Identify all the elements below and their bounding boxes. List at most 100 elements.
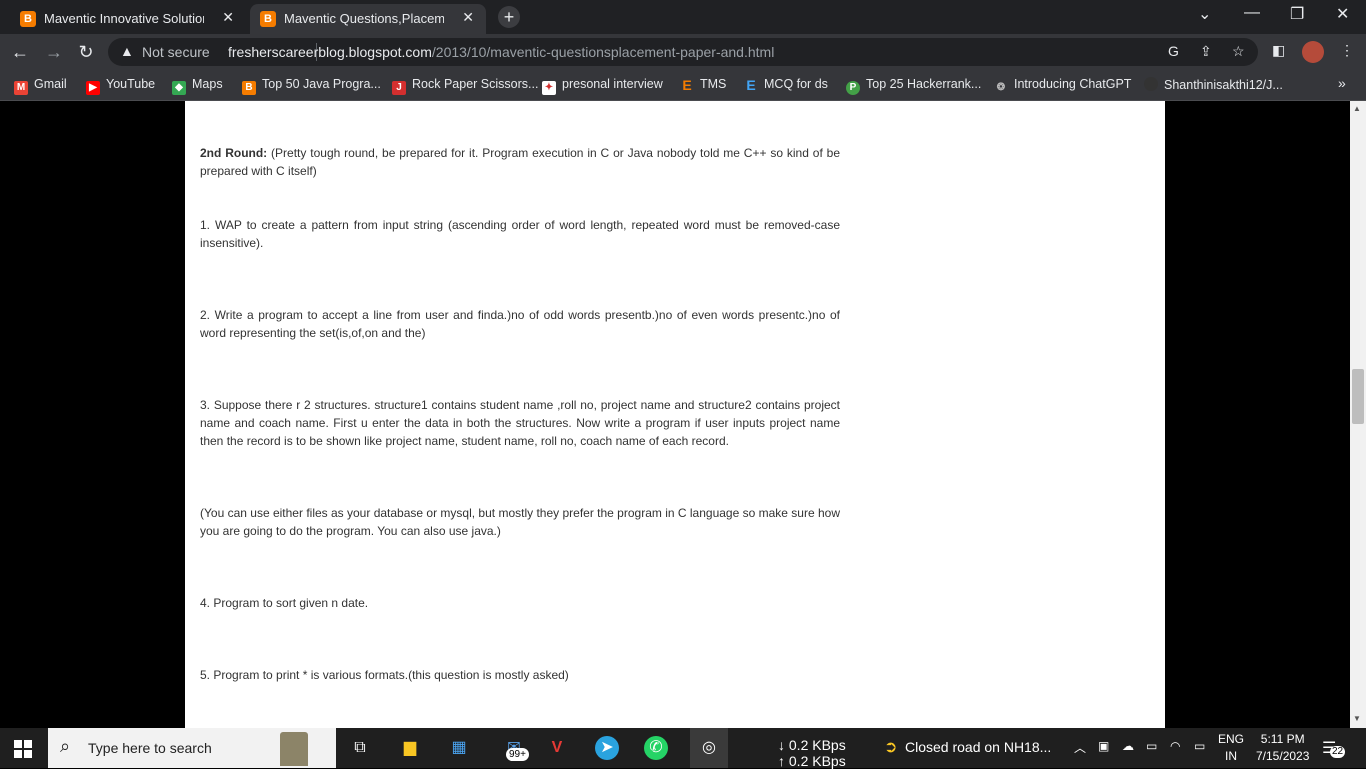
p-green-icon: P — [846, 81, 860, 95]
bookmark-tms[interactable]: E TMS — [680, 77, 726, 92]
back-icon[interactable]: ← — [8, 40, 32, 64]
security-label[interactable]: Not secure — [142, 44, 210, 60]
battery-icon[interactable]: ▭ — [1194, 739, 1205, 753]
url-path: /2013/10/maventic-questionsplacement-pap… — [431, 44, 775, 60]
question-4: 4. Program to sort given n date. — [200, 596, 369, 610]
maps-icon: ◆ — [172, 81, 186, 95]
minimize-button[interactable]: — — [1244, 4, 1260, 22]
vivaldi-icon[interactable]: V — [545, 736, 569, 760]
openai-icon: ❂ — [996, 82, 1006, 93]
tab-title: Maventic Innovative Solutions Pv — [44, 11, 204, 26]
show-hidden-icons[interactable]: ︿ — [1074, 739, 1086, 756]
windows-taskbar: ⌕ Type here to search ⧉ ▆ ▦ ✉99+ V ➤ ✆ ◎… — [0, 728, 1366, 769]
blogger-icon: B — [260, 11, 276, 27]
clock-time: 5:11 PM — [1260, 732, 1305, 746]
browser-toolbar: ← → ↻ ▲ Not secure fresherscareerblog.bl… — [0, 34, 1366, 70]
grid-icon: ✦ — [542, 81, 556, 95]
address-bar[interactable]: ▲ Not secure fresherscareerblog.blogspot… — [108, 38, 1258, 66]
search-icon: ⌕ — [60, 736, 71, 756]
taskbar-search-box[interactable]: ⌕ Type here to search — [48, 728, 336, 768]
tab-maventic-innovative[interactable]: B Maventic Innovative Solutions Pv ✕ — [10, 4, 246, 34]
clock-date: 7/15/2023 — [1256, 749, 1310, 763]
bookmark-youtube[interactable]: ▶ YouTube — [86, 77, 155, 95]
wifi-icon[interactable]: ◠ — [1170, 739, 1180, 753]
scroll-down-icon[interactable]: ▼ — [1353, 714, 1361, 723]
meet-now-icon[interactable]: ▣ — [1098, 739, 1109, 753]
chrome-icon[interactable]: ◎ — [690, 728, 728, 768]
notification-count: 22 — [1330, 746, 1346, 758]
bookmark-star-icon[interactable]: ☆ — [1232, 43, 1245, 60]
github-icon — [1144, 77, 1158, 91]
network-speed: ↓ 0.2 KBps ↑ 0.2 KBps — [778, 737, 846, 769]
blogger-icon: B — [20, 11, 36, 27]
language-indicator[interactable]: ENG IN — [1218, 731, 1244, 765]
search-highlight-image — [280, 732, 308, 766]
news-headline[interactable]: Closed road on NH18... — [905, 739, 1051, 755]
task-view-icon[interactable]: ⧉ — [348, 736, 372, 760]
gmail-icon: M — [14, 81, 28, 95]
forward-icon[interactable]: → — [42, 40, 66, 64]
close-icon[interactable]: ✕ — [222, 9, 234, 26]
round-paragraph: 2nd Round: (Pretty tough round, be prepa… — [200, 144, 840, 180]
article-body: 2nd Round: (Pretty tough round, be prepa… — [185, 101, 1165, 728]
tab-maventic-questions[interactable]: B Maventic Questions,Placement Pa ✕ — [250, 4, 486, 34]
tab-title: Maventic Questions,Placement Pa — [284, 11, 444, 26]
system-clock[interactable]: 5:11 PM 7/15/2023 — [1256, 731, 1309, 765]
question-5: 5. Program to print * is various formats… — [200, 668, 569, 682]
bookmarks-overflow-icon[interactable]: » — [1338, 75, 1346, 91]
vertical-scrollbar[interactable]: ▲ ▼ — [1350, 101, 1366, 728]
question-2: 2. Write a program to accept a line from… — [200, 308, 840, 340]
bookmarks-bar: M Gmail ▶ YouTube ◆ Maps B Top 50 Java Progr… — [0, 70, 1366, 101]
scroll-up-icon[interactable]: ▲ — [1353, 104, 1361, 113]
bookmark-hackerrank[interactable]: P Top 25 Hackerrank... — [846, 77, 981, 95]
weather-news-icon[interactable]: ➲ — [884, 737, 897, 757]
telegram-icon[interactable]: ➤ — [595, 736, 619, 760]
file-explorer-icon[interactable]: ▆ — [398, 736, 422, 760]
restore-button[interactable]: ❐ — [1290, 4, 1304, 24]
blogger-icon: B — [242, 81, 256, 95]
net-down: ↓ 0.2 KBps — [778, 737, 846, 753]
youtube-icon: ▶ — [86, 81, 100, 95]
google-icon[interactable]: G — [1168, 43, 1179, 59]
bookmark-rock-paper-scissors[interactable]: J Rock Paper Scissors... — [392, 77, 538, 95]
bookmark-top50-java[interactable]: B Top 50 Java Progra... — [242, 77, 381, 95]
question-3: 3. Suppose there r 2 structures. structu… — [200, 398, 840, 448]
avatar[interactable] — [1302, 41, 1324, 63]
bookmark-gmail[interactable]: M Gmail — [14, 77, 67, 95]
warning-icon[interactable]: ▲ — [120, 43, 134, 59]
e-blue-icon: E — [746, 77, 756, 93]
notification-center-icon[interactable]: ☰ 22 — [1322, 738, 1348, 760]
microsoft-store-icon[interactable]: ▦ — [447, 736, 471, 760]
reload-icon[interactable]: ↻ — [74, 40, 98, 64]
bookmark-github[interactable]: Shanthinisakthi12/J... — [1144, 77, 1283, 92]
share-icon[interactable]: ⇪ — [1200, 43, 1212, 60]
j-icon: J — [392, 81, 406, 95]
menu-icon[interactable]: ⋮ — [1340, 42, 1354, 59]
close-icon[interactable]: ✕ — [462, 9, 474, 26]
round-text: (Pretty tough round, be prepared for it.… — [200, 146, 840, 178]
scrollbar-thumb[interactable] — [1352, 369, 1364, 424]
windows-start-icon[interactable] — [14, 740, 32, 758]
bookmark-maps[interactable]: ◆ Maps — [172, 77, 223, 95]
new-tab-button[interactable]: + — [498, 6, 520, 28]
search-placeholder: Type here to search — [88, 740, 212, 756]
mail-badge: 99+ — [506, 748, 529, 761]
url-host: fresherscareerblog.blogspot.com — [228, 44, 432, 60]
close-window-button[interactable]: ✕ — [1336, 4, 1349, 24]
bookmark-personal-interview[interactable]: ✦ presonal interview — [542, 77, 663, 95]
question-1: 1. WAP to create a pattern from input st… — [200, 218, 840, 250]
side-panel-icon[interactable]: ◧ — [1272, 42, 1285, 59]
language-note: (You can use either files as your databa… — [200, 506, 840, 538]
bookmark-chatgpt[interactable]: ❂ Introducing ChatGPT — [994, 77, 1132, 95]
onedrive-icon[interactable]: ☁ — [1122, 739, 1134, 753]
tab-strip: B Maventic Innovative Solutions Pv ✕ B M… — [0, 0, 1366, 34]
bookmark-mcq-ds[interactable]: E MCQ for ds — [744, 77, 828, 92]
url-text[interactable]: fresherscareerblog.blogspot.com/2013/10/… — [228, 44, 774, 60]
e-orange-icon: E — [682, 77, 692, 93]
mail-icon[interactable]: ✉99+ — [496, 736, 532, 761]
whatsapp-icon[interactable]: ✆ — [644, 736, 668, 760]
round-heading: 2nd Round: — [200, 146, 268, 160]
display-icon[interactable]: ▭ — [1146, 739, 1157, 753]
net-up: ↑ 0.2 KBps — [778, 753, 846, 769]
tab-search-icon[interactable]: ⌄ — [1198, 4, 1211, 24]
